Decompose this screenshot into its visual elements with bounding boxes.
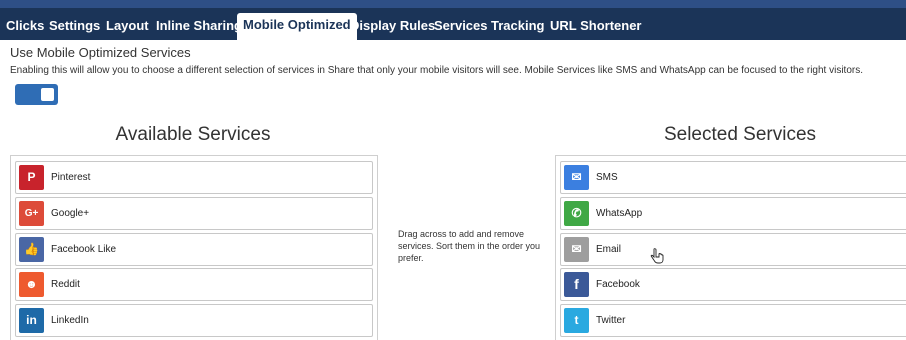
mobile-optimized-toggle[interactable] [15,84,58,105]
service-label: Facebook [596,279,640,290]
service-item-sms[interactable]: ✉ SMS [560,161,906,194]
service-label: LinkedIn [51,315,89,326]
twitter-icon: t [564,308,589,333]
whatsapp-icon: ✆ [564,201,589,226]
service-item-linkedin[interactable]: in LinkedIn [15,304,373,337]
thumbs-up-icon: 👍 [19,237,44,262]
toggle-knob [41,88,54,101]
tab-mobile-optimized[interactable]: Mobile Optimized [237,13,357,40]
service-label: Facebook Like [51,244,117,255]
reddit-icon: ☻ [19,272,44,297]
tab-bar: Clicks Settings Layout Inline Sharing Mo… [0,8,906,40]
service-item-whatsapp[interactable]: ✆ WhatsApp [560,197,906,230]
tab-display-rules[interactable]: Display Rules [344,14,441,40]
service-item-reddit[interactable]: ☻ Reddit [15,268,373,301]
service-label: SMS [596,172,618,183]
available-services-title: Available Services [115,124,271,145]
service-label: WhatsApp [596,208,643,219]
tab-inline-sharing[interactable]: Inline Sharing [150,14,248,40]
available-services-list[interactable]: P Pinterest G+ Google+ 👍 Facebook Like ☻… [10,155,378,340]
service-item-google-plus[interactable]: G+ Google+ [15,197,373,230]
service-item-facebook-like[interactable]: 👍 Facebook Like [15,233,373,266]
service-label: Email [596,244,622,255]
tab-tracking[interactable]: Tracking [485,14,550,40]
setting-description: Enabling this will allow you to choose a… [10,65,864,76]
facebook-icon: f [564,272,589,297]
service-item-pinterest[interactable]: P Pinterest [15,161,373,194]
tab-settings[interactable]: Settings [43,14,106,40]
selected-services-list[interactable]: ✉ SMS ✆ WhatsApp ✉ Email f Facebook t Tw… [555,155,906,340]
tab-url-shortener[interactable]: URL Shortener [544,14,648,40]
tab-layout[interactable]: Layout [100,14,155,40]
drag-hint: Drag across to add and remove services. … [398,229,541,263]
google-plus-icon: G+ [19,201,44,226]
email-icon: ✉ [564,237,589,262]
service-item-twitter[interactable]: t Twitter [560,304,906,337]
service-label: Twitter [596,315,626,326]
service-item-email[interactable]: ✉ Email [560,233,906,266]
tab-services[interactable]: Services [428,14,494,40]
service-label: Reddit [51,279,80,290]
linkedin-icon: in [19,308,44,333]
service-item-facebook[interactable]: f Facebook [560,268,906,301]
selected-services-title: Selected Services [663,124,817,145]
top-accent-bar [0,0,906,8]
hand-cursor-icon [650,248,664,264]
sms-icon: ✉ [564,165,589,190]
service-label: Pinterest [51,172,91,183]
service-label: Google+ [51,208,90,219]
setting-title: Use Mobile Optimized Services [10,45,191,60]
pinterest-icon: P [19,165,44,190]
